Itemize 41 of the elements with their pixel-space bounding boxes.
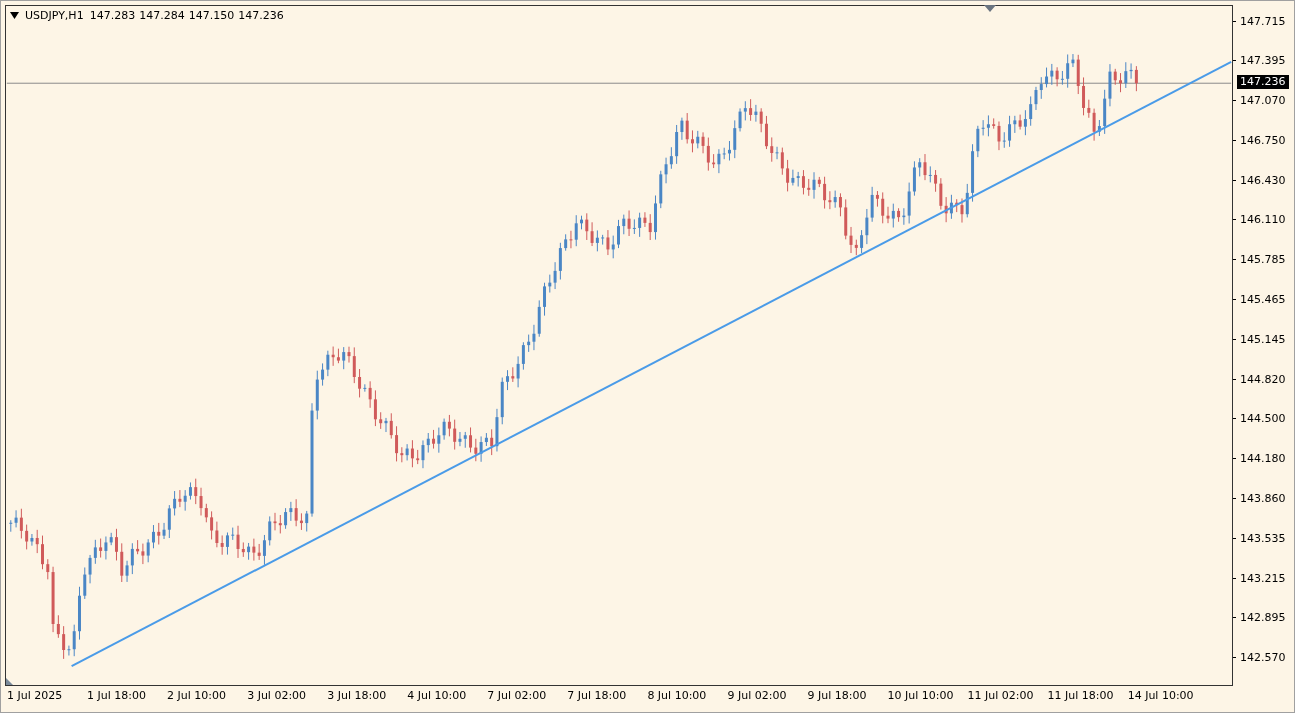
price-tick-label: 146.430	[1233, 173, 1294, 188]
price-tick-label: 142.895	[1233, 610, 1294, 625]
price-tick-label: 143.215	[1233, 571, 1294, 586]
dropdown-caret-icon[interactable]	[10, 12, 19, 19]
price-tick-label: 145.465	[1233, 292, 1294, 307]
price-tick-label: 144.180	[1233, 451, 1294, 466]
time-tick-label: 3 Jul 02:00	[247, 689, 308, 702]
ohlc-price: 147.284	[139, 9, 185, 22]
time-tick-label: 9 Jul 18:00	[807, 689, 868, 702]
time-tick-label: 4 Jul 10:00	[407, 689, 468, 702]
time-tick-label: 11 Jul 02:00	[967, 689, 1035, 702]
time-tick-label: 10 Jul 10:00	[887, 689, 955, 702]
price-tick-label: 142.570	[1233, 650, 1294, 665]
price-tick-label: 143.535	[1233, 531, 1294, 546]
time-tick-label: 1 Jul 18:00	[87, 689, 147, 702]
price-tick-label: 145.785	[1233, 252, 1294, 267]
time-tick-label: 2 Jul 10:00	[167, 689, 228, 702]
price-tick-label: 146.110	[1233, 213, 1294, 227]
time-tick-label: 7 Jul 02:00	[487, 689, 548, 702]
time-tick-label: 8 Jul 10:00	[647, 689, 708, 702]
time-tick-label: 7 Jul 18:00	[567, 689, 628, 702]
time-tick-label: 9 Jul 02:00	[727, 689, 788, 702]
corner-marker-icon	[6, 678, 13, 685]
price-tick-label: 143.860	[1233, 491, 1294, 506]
ohlc-price: 147.283	[89, 9, 136, 22]
price-tick-label: 144.500	[1233, 411, 1294, 426]
current-price-label: 147.236	[1237, 75, 1289, 89]
shift-marker-icon[interactable]	[984, 5, 996, 12]
symbol-label: USDJPY,H1	[25, 9, 84, 22]
time-tick-label: 1 Jul 2025	[7, 689, 64, 702]
price-tick-label: 147.715	[1233, 14, 1294, 28]
price-tick-label: 146.750	[1233, 133, 1294, 148]
ohlc-price: 147.150	[188, 9, 235, 22]
price-tick-label: 147.395	[1233, 53, 1294, 68]
price-tick-label: 145.145	[1233, 332, 1294, 347]
price-tick-label: 147.070	[1233, 93, 1294, 108]
time-tick-label: 3 Jul 18:00	[327, 689, 388, 702]
time-tick-label: 11 Jul 18:00	[1047, 689, 1115, 702]
time-tick-label: 14 Jul 10:00	[1127, 689, 1195, 702]
ohlc-price: 147.236	[238, 9, 284, 22]
price-tick-label: 144.820	[1233, 372, 1294, 387]
